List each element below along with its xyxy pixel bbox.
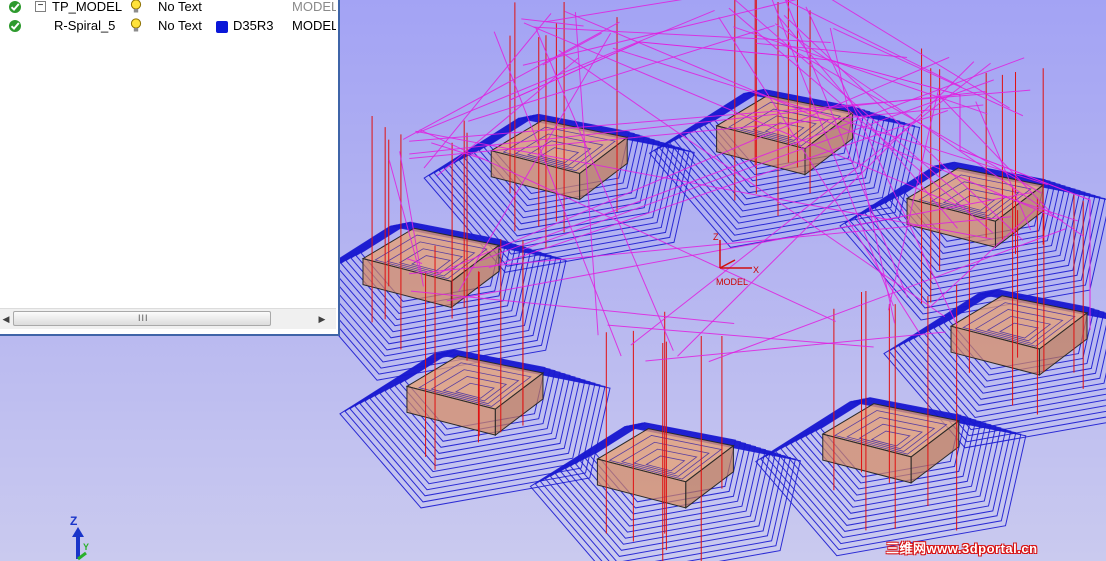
scrollbar-grip-icon: III [138, 313, 149, 323]
tree-item-ref: MODEL [292, 18, 336, 33]
tree-item-text: No Text [158, 0, 202, 14]
link-move [522, 0, 797, 66]
scrollbar-thumb[interactable]: III [13, 311, 271, 326]
triad-z-label: Z [70, 514, 78, 528]
tree-row-tp-model[interactable]: − TP_MODEL No Text MODEL [0, 0, 338, 17]
link-move [521, 18, 584, 27]
status-check-icon [9, 20, 21, 32]
triad-y-label: Y [83, 542, 90, 552]
tool-color-swatch [216, 21, 228, 33]
tree-item-name: R-Spiral_5 [54, 18, 116, 33]
scroll-right-icon[interactable]: ▶ [316, 312, 328, 326]
scroll-left-icon[interactable]: ◀ [0, 312, 12, 326]
origin-y-axis [719, 259, 736, 269]
origin-z-label: Z [713, 232, 719, 242]
origin-name-label: MODEL [716, 277, 749, 287]
watermark: 三维网www.3dportal.cn [886, 541, 1038, 556]
link-move [410, 290, 735, 324]
link-move [545, 0, 683, 23]
tree-item-name: TP_MODEL [52, 0, 123, 14]
tree-item-text: No Text [158, 18, 202, 33]
tree-item-ref: MODEL [292, 0, 336, 14]
explorer-tree-panel: − TP_MODEL No Text MODEL R-Spiral_5 No T… [0, 0, 340, 336]
tree-item-tool: D35R3 [233, 18, 274, 33]
horizontal-scrollbar[interactable]: ◀ III ▶ [0, 308, 336, 329]
lightbulb-icon[interactable] [130, 0, 142, 14]
link-move [833, 27, 1024, 117]
tree-row-r-spiral-5[interactable]: R-Spiral_5 No Text D35R3 MODEL [0, 17, 338, 36]
origin-x-label: X [753, 265, 760, 275]
lightbulb-icon[interactable] [130, 18, 142, 33]
collapse-icon[interactable]: − [35, 1, 46, 12]
link-move [402, 21, 620, 140]
status-check-icon [9, 1, 21, 13]
